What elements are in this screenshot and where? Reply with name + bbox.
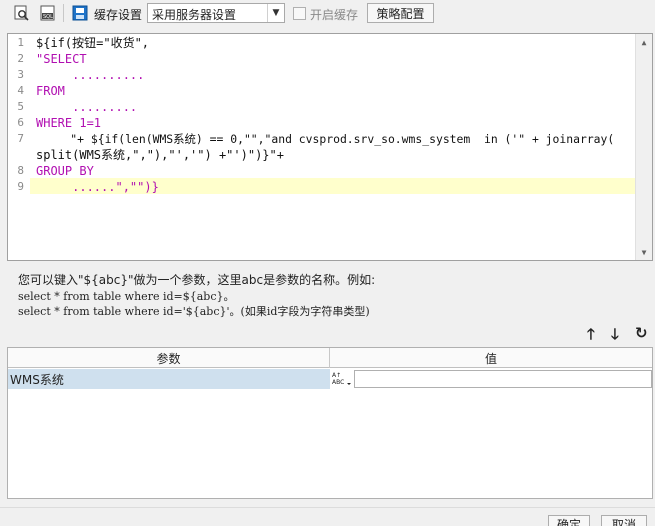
preview-search-icon[interactable]: [14, 5, 30, 21]
line-number-gutter: 1 2 3 4 5 6 7 8 9: [8, 34, 30, 260]
line-number: 6: [17, 116, 24, 129]
table-header: 参数 值: [8, 348, 652, 368]
code-line-7: "+ ${if(len(WMS系统) == 0,"","and cvsprod.…: [36, 132, 615, 146]
cache-settings-select[interactable]: 采用服务器设置 ▼: [147, 3, 285, 23]
code-line-4: FROM: [36, 84, 65, 98]
strategy-config-button[interactable]: 策略配置: [367, 3, 434, 23]
line-number: 5: [17, 100, 24, 113]
column-header-value[interactable]: 值: [330, 348, 652, 368]
code-line-1: ${if(按钮="收货",: [36, 36, 150, 50]
move-down-icon[interactable]: 🡓: [611, 324, 619, 349]
enable-cache-label: 开启缓存: [310, 8, 359, 22]
help-line-2: select * from table where id=${abc}。: [18, 290, 235, 303]
param-value-input[interactable]: [354, 370, 652, 388]
parameter-table: 参数 值 WMS系统 A↑ ABC: [7, 347, 653, 499]
chevron-down-icon[interactable]: ▼: [267, 4, 284, 22]
sql-editor[interactable]: 1 2 3 4 5 6 7 8 9 ${if(按钮="收货", "SELECT …: [7, 33, 653, 261]
line-number: 1: [17, 36, 24, 49]
editor-scrollbar[interactable]: ▲ ▼: [635, 34, 652, 260]
code-line-5: .........: [36, 100, 138, 114]
cache-settings-value: 采用服务器设置: [152, 8, 237, 22]
svg-text:SQL: SQL: [43, 14, 53, 20]
help-line-3: select * from table where id='${abc}'。(如…: [18, 305, 370, 318]
code-line-6: WHERE 1=1: [36, 116, 102, 130]
code-line-2: "SELECT: [36, 52, 87, 66]
toolbar: SQL 缓存设置 采用服务器设置 ▼ 开启缓存 策略配置: [0, 0, 655, 27]
cache-settings-label: 缓存设置: [94, 8, 143, 22]
enable-cache-checkbox[interactable]: [293, 7, 306, 20]
cancel-button[interactable]: 取消: [601, 515, 647, 526]
line-number: 7: [17, 132, 24, 145]
line-number: 8: [17, 164, 24, 177]
code-line-9: ......","")}: [36, 180, 159, 194]
code-line-7-wrap: split(WMS系统,","),"','") +"')")}"+: [36, 148, 284, 162]
column-header-param[interactable]: 参数: [8, 348, 330, 368]
scroll-down-icon[interactable]: ▼: [636, 244, 652, 260]
move-up-icon[interactable]: 🡑: [587, 324, 595, 349]
scroll-up-icon[interactable]: ▲: [636, 34, 652, 50]
sql-icon[interactable]: SQL: [40, 5, 56, 21]
cache-icon: [72, 5, 88, 21]
code-line-8: GROUP BY: [36, 164, 94, 178]
dialog-footer: 确定 取消: [0, 507, 655, 526]
code-line-3: ..........: [36, 68, 145, 82]
ok-button[interactable]: 确定: [548, 515, 590, 526]
param-name-cell[interactable]: WMS系统: [8, 369, 330, 389]
table-row[interactable]: WMS系统 A↑ ABC: [8, 369, 652, 389]
line-number: 9: [17, 180, 24, 193]
help-line-1: 您可以键入"${abc}"做为一个参数，这里abc是参数的名称。例如:: [18, 273, 376, 287]
svg-text:A↑: A↑: [332, 372, 341, 379]
toolbar-separator: [63, 4, 64, 22]
line-number: 2: [17, 52, 24, 65]
line-number: 3: [17, 68, 24, 81]
line-number: 4: [17, 84, 24, 97]
svg-text:ABC: ABC: [332, 379, 344, 386]
refresh-icon[interactable]: ↻: [635, 324, 648, 342]
type-abc-icon[interactable]: A↑ ABC: [330, 369, 354, 389]
